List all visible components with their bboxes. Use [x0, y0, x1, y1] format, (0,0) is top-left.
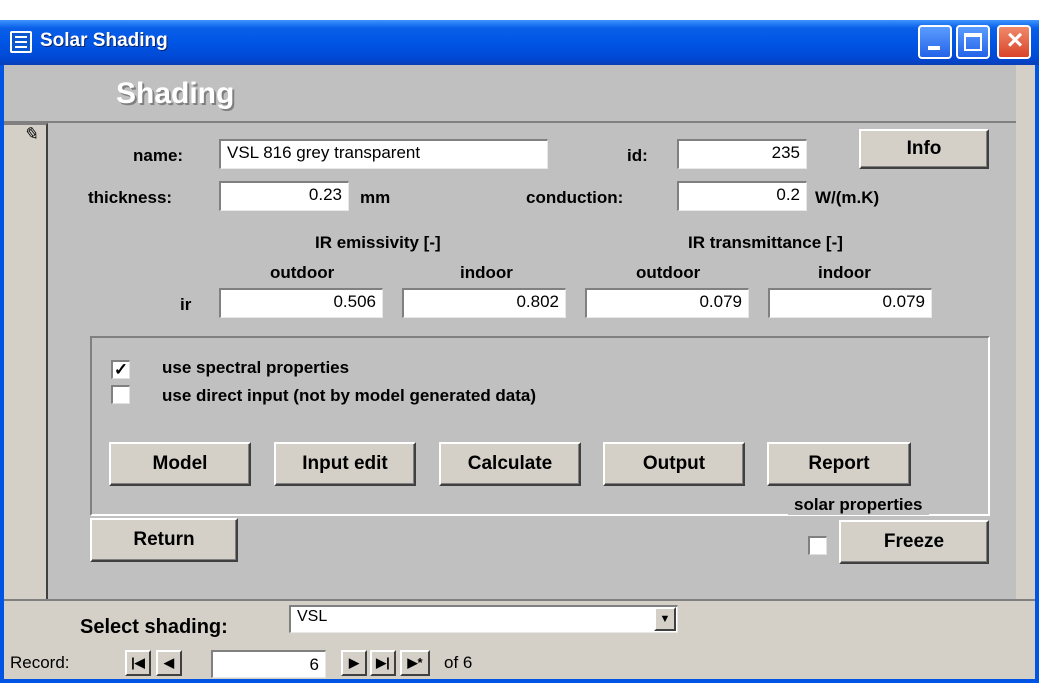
model-button[interactable]: Model: [109, 442, 251, 486]
info-button[interactable]: Info: [859, 129, 989, 169]
form-right-margin: [1016, 65, 1035, 599]
thickness-unit: mm: [360, 188, 391, 207]
use-direct-checkbox[interactable]: [111, 385, 130, 404]
minimize-icon: [928, 46, 940, 50]
ir-emissivity-header: IR emissivity [-]: [315, 233, 441, 252]
last-record-icon[interactable]: ▶|: [370, 650, 396, 676]
maximize-icon: [964, 33, 982, 51]
conduction-field[interactable]: 0.2: [677, 181, 807, 211]
output-button[interactable]: Output: [603, 442, 745, 486]
thickness-label: thickness:: [88, 188, 173, 207]
emissivity-outdoor-field[interactable]: 0.506: [219, 288, 383, 318]
use-direct-label: use direct input (not by model generated…: [162, 386, 537, 405]
checkmark-icon: ✓: [113, 360, 129, 379]
calculate-button[interactable]: Calculate: [439, 442, 581, 486]
emissivity-indoor-field[interactable]: 0.802: [402, 288, 566, 318]
name-label: name:: [133, 146, 184, 165]
use-spectral-checkbox[interactable]: ✓: [111, 360, 130, 379]
record-selector[interactable]: [4, 123, 48, 599]
record-label: Record:: [10, 653, 70, 672]
maximize-button[interactable]: [956, 25, 990, 59]
id-label: id:: [627, 146, 648, 165]
record-count: of 6: [444, 653, 473, 672]
transmittance-outdoor-label: outdoor: [636, 263, 701, 282]
header-divider: [4, 121, 1016, 123]
conduction-unit: W/(m.K): [815, 188, 880, 207]
conduction-label: conduction:: [526, 188, 624, 207]
window-title: Solar Shading: [40, 30, 168, 51]
record-number-field[interactable]: 6: [211, 650, 326, 678]
thickness-field[interactable]: 0.23: [219, 181, 349, 211]
select-shading-label: Select shading:: [80, 616, 228, 638]
new-record-icon[interactable]: ▶*: [400, 650, 430, 676]
return-button[interactable]: Return: [90, 518, 238, 562]
previous-record-icon[interactable]: ◀: [156, 650, 182, 676]
ir-transmittance-header: IR transmittance [-]: [688, 233, 843, 252]
solar-properties-label: solar properties: [788, 495, 929, 515]
input-edit-button[interactable]: Input edit: [274, 442, 416, 486]
transmittance-indoor-label: indoor: [818, 263, 871, 282]
first-record-icon[interactable]: |◀: [125, 650, 151, 676]
freeze-checkbox[interactable]: [808, 536, 827, 555]
report-button[interactable]: Report: [767, 442, 911, 486]
emissivity-indoor-label: indoor: [460, 263, 513, 282]
footer-divider: [4, 599, 1035, 601]
freeze-button[interactable]: Freeze: [839, 520, 989, 564]
minimize-button[interactable]: [918, 25, 952, 59]
select-shading-combo[interactable]: VSL: [289, 605, 678, 633]
use-spectral-label: use spectral properties: [162, 358, 350, 377]
transmittance-indoor-field[interactable]: 0.079: [768, 288, 932, 318]
dropdown-arrow-icon[interactable]: ▼: [654, 607, 676, 631]
transmittance-outdoor-field[interactable]: 0.079: [585, 288, 749, 318]
form-heading: Shading: [116, 77, 235, 110]
emissivity-outdoor-label: outdoor: [270, 263, 335, 282]
ir-row-label: ir: [180, 295, 192, 314]
id-field[interactable]: 235: [677, 139, 807, 169]
name-field[interactable]: VSL 816 grey transparent: [219, 139, 548, 169]
form-icon: [10, 31, 32, 53]
close-button[interactable]: ×: [997, 25, 1031, 59]
next-record-icon[interactable]: ▶: [341, 650, 367, 676]
close-icon: ×: [1006, 24, 1024, 55]
pencil-icon: ✎: [23, 124, 39, 144]
